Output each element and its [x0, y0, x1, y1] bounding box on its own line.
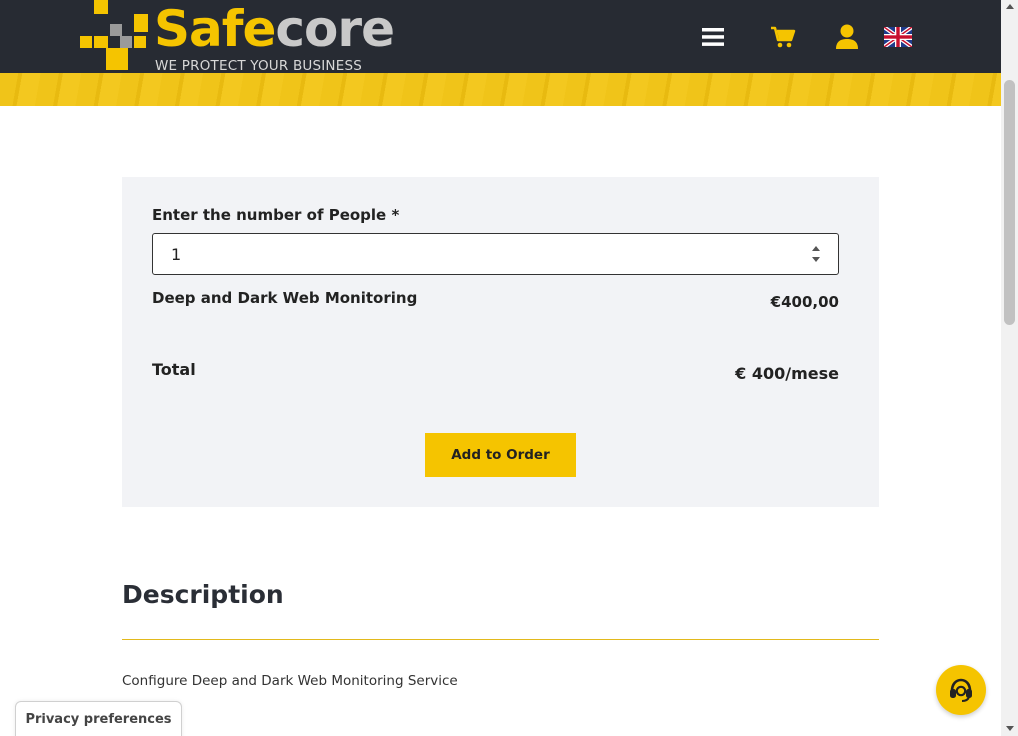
total-value: € 400/mese — [735, 364, 839, 383]
cart-icon[interactable] — [770, 20, 796, 54]
logo-mark-icon — [80, 0, 152, 73]
description-heading: Description — [122, 580, 284, 609]
add-to-order-button[interactable]: Add to Order — [425, 433, 576, 477]
people-count-value[interactable]: 1 — [171, 245, 181, 264]
people-count-label: Enter the number of People * — [152, 206, 400, 224]
line-item-price: €400,00 — [770, 293, 839, 311]
people-count-input[interactable]: 1 — [152, 233, 839, 275]
hero-band — [0, 73, 1001, 106]
safecore-logo[interactable]: Safecore WE PROTECT YOUR BUSINESS — [80, 0, 395, 74]
site-header: Safecore WE PROTECT YOUR BUSINESS — [0, 0, 1001, 74]
line-item-name: Deep and Dark Web Monitoring — [152, 289, 418, 307]
uk-flag-icon[interactable] — [884, 20, 912, 54]
stepper-up-icon[interactable] — [812, 246, 820, 251]
stepper-down-icon[interactable] — [812, 257, 820, 262]
scroll-down-arrow-icon[interactable] — [1006, 726, 1014, 731]
headset-icon — [950, 678, 972, 702]
page-scrollbar[interactable] — [1001, 0, 1018, 736]
scroll-up-arrow-icon[interactable] — [1006, 4, 1014, 9]
privacy-preferences-button[interactable]: Privacy preferences — [15, 701, 182, 736]
logo-wordmark: Safecore — [154, 0, 395, 58]
description-divider — [122, 639, 879, 640]
support-chat-button[interactable] — [936, 665, 986, 715]
quantity-stepper[interactable] — [810, 244, 822, 264]
config-panel: Enter the number of People * 1 Deep and … — [122, 177, 879, 507]
scroll-thumb[interactable] — [1004, 80, 1015, 325]
total-label: Total — [152, 360, 196, 379]
menu-icon[interactable] — [700, 20, 726, 54]
logo-tagline: WE PROTECT YOUR BUSINESS — [155, 58, 363, 74]
user-icon[interactable] — [834, 20, 860, 54]
description-text: Configure Deep and Dark Web Monitoring S… — [122, 673, 458, 689]
